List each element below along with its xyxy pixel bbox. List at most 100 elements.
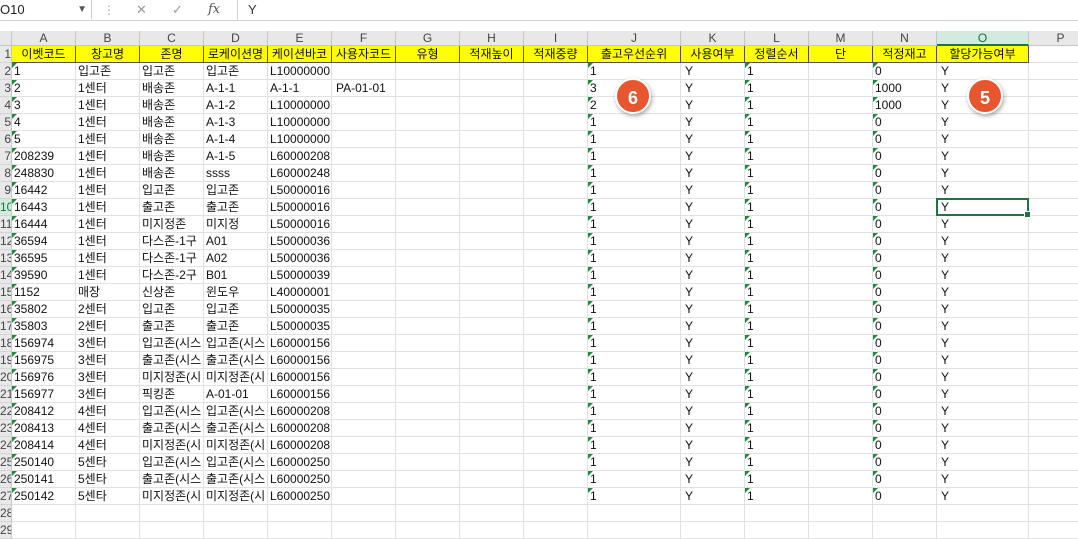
table-cell[interactable]: 0 bbox=[873, 403, 937, 420]
empty-cell[interactable] bbox=[332, 233, 396, 250]
row-header-6[interactable]: 6 bbox=[0, 131, 12, 148]
table-cell[interactable]: 1센터 bbox=[76, 267, 140, 284]
table-cell[interactable]: 1 bbox=[745, 199, 809, 216]
table-cell[interactable]: 입고존 bbox=[204, 63, 268, 80]
empty-cell[interactable] bbox=[396, 131, 460, 148]
empty-cell[interactable] bbox=[524, 352, 588, 369]
empty-cell[interactable] bbox=[1029, 199, 1078, 216]
empty-cell[interactable] bbox=[396, 471, 460, 488]
table-cell[interactable]: 1 bbox=[745, 284, 809, 301]
empty-cell[interactable] bbox=[460, 437, 524, 454]
table-cell[interactable]: 다스존-1구 bbox=[140, 250, 204, 267]
empty-cell[interactable] bbox=[809, 148, 873, 165]
table-cell[interactable]: 250140 bbox=[12, 454, 76, 471]
table-cell[interactable]: 1센터 bbox=[76, 182, 140, 199]
table-cell[interactable]: Y bbox=[937, 335, 1029, 352]
table-cell[interactable]: 208239 bbox=[12, 148, 76, 165]
table-cell[interactable]: 0 bbox=[873, 148, 937, 165]
empty-cell[interactable] bbox=[809, 80, 873, 97]
table-cell[interactable]: 1 bbox=[745, 114, 809, 131]
empty-cell[interactable] bbox=[460, 522, 524, 539]
table-cell[interactable]: 입고존(시스 bbox=[204, 403, 268, 420]
header-cell[interactable]: 이벳코드 bbox=[12, 46, 76, 63]
table-cell[interactable]: 0 bbox=[873, 267, 937, 284]
table-cell[interactable]: PA-01-01 bbox=[332, 80, 396, 97]
row-header-13[interactable]: 13 bbox=[0, 250, 12, 267]
header-cell[interactable]: 사용여부 bbox=[681, 46, 745, 63]
column-header-g[interactable]: G bbox=[396, 31, 460, 46]
table-cell[interactable]: 1 bbox=[745, 335, 809, 352]
empty-cell[interactable] bbox=[396, 522, 460, 539]
empty-cell[interactable] bbox=[1029, 386, 1078, 403]
empty-cell[interactable] bbox=[809, 284, 873, 301]
empty-cell[interactable] bbox=[524, 284, 588, 301]
empty-cell[interactable] bbox=[332, 250, 396, 267]
row-header-24[interactable]: 24 bbox=[0, 437, 12, 454]
table-cell[interactable]: Y bbox=[681, 165, 745, 182]
table-cell[interactable]: 39590 bbox=[12, 267, 76, 284]
table-cell[interactable]: 3센터 bbox=[76, 369, 140, 386]
table-cell[interactable]: L60000208 bbox=[268, 420, 332, 437]
empty-cell[interactable] bbox=[1029, 216, 1078, 233]
row-header-27[interactable]: 27 bbox=[0, 488, 12, 505]
table-cell[interactable]: 1 bbox=[745, 454, 809, 471]
column-header-m[interactable]: M bbox=[809, 31, 873, 46]
table-cell[interactable]: 1 bbox=[588, 148, 681, 165]
empty-cell[interactable] bbox=[1029, 505, 1078, 522]
empty-cell[interactable] bbox=[396, 199, 460, 216]
empty-cell[interactable] bbox=[1029, 403, 1078, 420]
empty-cell[interactable] bbox=[460, 369, 524, 386]
table-cell[interactable]: 1152 bbox=[12, 284, 76, 301]
row-header-16[interactable]: 16 bbox=[0, 301, 12, 318]
table-cell[interactable]: 1 bbox=[588, 403, 681, 420]
table-cell[interactable]: L50000036 bbox=[268, 233, 332, 250]
empty-cell[interactable] bbox=[809, 97, 873, 114]
empty-cell[interactable] bbox=[460, 505, 524, 522]
table-cell[interactable]: L60000156 bbox=[268, 369, 332, 386]
empty-cell[interactable] bbox=[460, 250, 524, 267]
empty-cell[interactable] bbox=[524, 505, 588, 522]
empty-cell[interactable] bbox=[396, 403, 460, 420]
table-cell[interactable]: Y bbox=[681, 114, 745, 131]
empty-cell[interactable] bbox=[332, 267, 396, 284]
table-cell[interactable]: 1 bbox=[588, 437, 681, 454]
empty-cell[interactable] bbox=[809, 488, 873, 505]
empty-cell[interactable] bbox=[396, 284, 460, 301]
table-cell[interactable]: L60000156 bbox=[268, 352, 332, 369]
empty-cell[interactable] bbox=[809, 403, 873, 420]
row-header-17[interactable]: 17 bbox=[0, 318, 12, 335]
empty-cell[interactable] bbox=[460, 63, 524, 80]
table-cell[interactable]: 0 bbox=[873, 131, 937, 148]
table-cell[interactable]: 출고존(시스 bbox=[140, 420, 204, 437]
table-cell[interactable]: 1000 bbox=[873, 80, 937, 97]
table-cell[interactable]: 1 bbox=[588, 267, 681, 284]
insert-function-button[interactable]: fx bbox=[208, 0, 220, 19]
table-cell[interactable]: 배송존 bbox=[140, 165, 204, 182]
table-cell[interactable]: 1 bbox=[745, 250, 809, 267]
table-cell[interactable]: A-1-1 bbox=[268, 80, 332, 97]
row-header-21[interactable]: 21 bbox=[0, 386, 12, 403]
row-header-12[interactable]: 12 bbox=[0, 233, 12, 250]
column-header-a[interactable]: A bbox=[12, 31, 76, 46]
table-cell[interactable]: 5센타 bbox=[76, 454, 140, 471]
table-cell[interactable]: 0 bbox=[873, 301, 937, 318]
table-cell[interactable]: L60000208 bbox=[268, 148, 332, 165]
empty-cell[interactable] bbox=[332, 420, 396, 437]
empty-cell[interactable] bbox=[460, 165, 524, 182]
table-cell[interactable]: A-01-01 bbox=[204, 386, 268, 403]
table-cell[interactable]: Y bbox=[681, 335, 745, 352]
table-cell[interactable]: 0 bbox=[873, 420, 937, 437]
table-cell[interactable]: 2 bbox=[12, 80, 76, 97]
table-cell[interactable]: 미지정존(시 bbox=[204, 488, 268, 505]
table-cell[interactable]: 5센타 bbox=[76, 488, 140, 505]
empty-cell[interactable] bbox=[524, 522, 588, 539]
empty-cell[interactable] bbox=[873, 505, 937, 522]
table-cell[interactable]: 1센터 bbox=[76, 199, 140, 216]
empty-cell[interactable] bbox=[396, 454, 460, 471]
table-cell[interactable]: 입고존(시스 bbox=[140, 454, 204, 471]
empty-cell[interactable] bbox=[524, 80, 588, 97]
table-cell[interactable]: 1 bbox=[745, 80, 809, 97]
empty-cell[interactable] bbox=[524, 165, 588, 182]
empty-cell[interactable] bbox=[396, 63, 460, 80]
empty-cell[interactable] bbox=[809, 131, 873, 148]
